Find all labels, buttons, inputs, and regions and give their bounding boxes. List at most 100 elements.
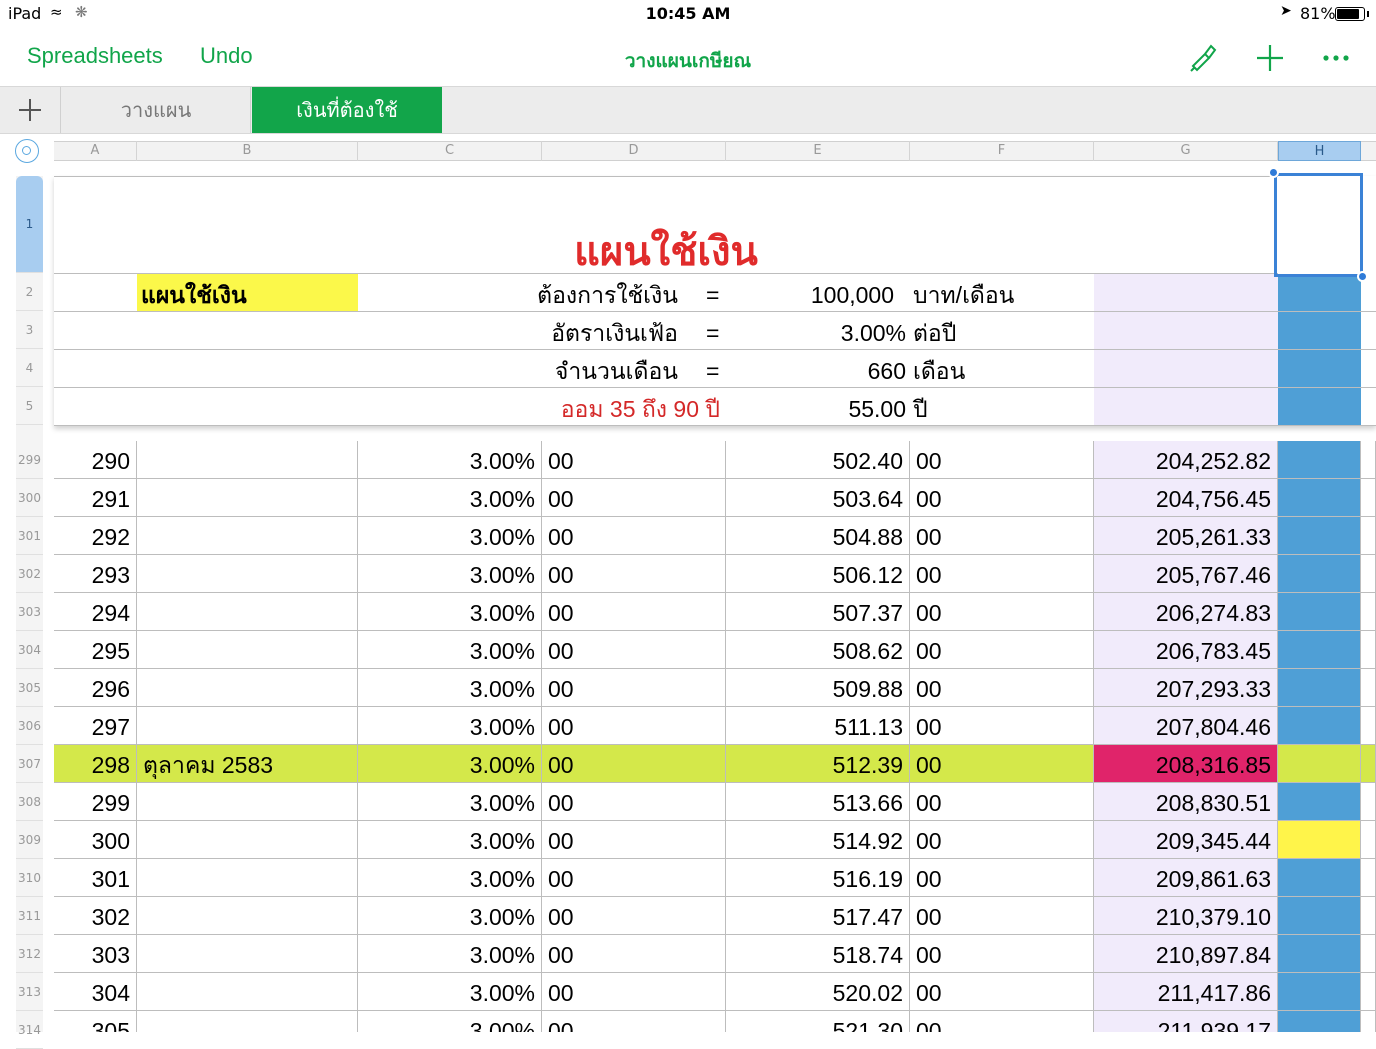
row-header[interactable]: 1 xyxy=(16,176,43,273)
cell-e[interactable]: 508.62 xyxy=(726,631,910,669)
cell-g[interactable]: 208,830.51 xyxy=(1094,783,1278,821)
cell-h[interactable] xyxy=(1278,935,1361,973)
cell-d[interactable]: 00 xyxy=(542,517,726,555)
cell-b[interactable] xyxy=(137,593,358,631)
cell-a[interactable]: 291 xyxy=(54,479,137,517)
cell-i[interactable] xyxy=(1361,859,1376,897)
cell-b[interactable] xyxy=(137,555,358,593)
cell-c[interactable]: 3.00% xyxy=(358,1011,542,1032)
cell-d[interactable]: 00 xyxy=(542,479,726,517)
cell-c[interactable]: 3.00% xyxy=(358,593,542,631)
cell-f[interactable]: 00 xyxy=(910,631,1094,669)
cell-i[interactable] xyxy=(1361,555,1376,593)
cell-a[interactable]: 298 xyxy=(54,745,137,783)
table-row[interactable]: 304 3.00% 00 520.02 00 211,417.86 xyxy=(54,973,1376,1011)
selection-handle-top[interactable] xyxy=(1268,167,1279,178)
row-header[interactable]: 5 xyxy=(16,387,43,425)
cell-b[interactable] xyxy=(137,631,358,669)
cell-d[interactable]: 00 xyxy=(542,1011,726,1032)
summary-row[interactable]: แผนใช้เงิน ต้องการใช้เงิน = 100,000 บาท/… xyxy=(54,274,1376,312)
cell-e[interactable]: 517.47 xyxy=(726,897,910,935)
cell-c[interactable]: 3.00% xyxy=(358,973,542,1011)
table-row[interactable]: 305 3.00% 00 521.30 00 211,939.17 xyxy=(54,1011,1376,1032)
cell-d[interactable]: 00 xyxy=(542,555,726,593)
table-row[interactable]: 290 3.00% 00 502.40 00 204,252.82 xyxy=(54,441,1376,479)
cell-h[interactable] xyxy=(1278,631,1361,669)
cell-f[interactable]: 00 xyxy=(910,441,1094,479)
cell-i[interactable] xyxy=(1361,897,1376,935)
cell-h4[interactable] xyxy=(1278,350,1361,387)
cell-g[interactable]: 207,293.33 xyxy=(1094,669,1278,707)
cell-f[interactable]: 00 xyxy=(910,479,1094,517)
row-header[interactable]: 299 xyxy=(16,441,43,479)
cell-g[interactable]: 204,252.82 xyxy=(1094,441,1278,479)
cell-c[interactable]: 3.00% xyxy=(358,935,542,973)
cell-e[interactable]: 516.19 xyxy=(726,859,910,897)
tab-plan[interactable]: วางแผน xyxy=(62,87,251,133)
column-header-g[interactable]: G xyxy=(1094,141,1278,161)
cell-g[interactable]: 210,897.84 xyxy=(1094,935,1278,973)
cell-f[interactable]: 00 xyxy=(910,745,1094,783)
cell-h[interactable] xyxy=(1278,517,1361,555)
cell-g[interactable]: 210,379.10 xyxy=(1094,897,1278,935)
cell-b[interactable] xyxy=(137,707,358,745)
cell-b[interactable] xyxy=(137,1011,358,1032)
cell-h[interactable] xyxy=(1278,441,1361,479)
cell-h[interactable] xyxy=(1278,745,1361,783)
cell-h[interactable] xyxy=(1278,783,1361,821)
column-header-e[interactable]: E xyxy=(726,141,910,161)
row-header[interactable]: 300 xyxy=(16,479,43,517)
cell-f[interactable]: 00 xyxy=(910,669,1094,707)
cell-f[interactable]: 00 xyxy=(910,973,1094,1011)
cell-b[interactable] xyxy=(137,897,358,935)
cell-h[interactable] xyxy=(1278,593,1361,631)
cell-a[interactable]: 292 xyxy=(54,517,137,555)
cell-g5[interactable] xyxy=(1094,388,1278,425)
row-header[interactable]: 302 xyxy=(16,555,43,593)
row-header[interactable]: 307 xyxy=(16,745,43,783)
row-header[interactable]: 303 xyxy=(16,593,43,631)
cell-c[interactable]: 3.00% xyxy=(358,479,542,517)
row-header[interactable]: 2 xyxy=(16,273,43,311)
cell-g2[interactable] xyxy=(1094,274,1278,311)
cell-f[interactable]: 00 xyxy=(910,593,1094,631)
cell-e[interactable]: 509.88 xyxy=(726,669,910,707)
cell-e[interactable]: 512.39 xyxy=(726,745,910,783)
cell-c[interactable]: 3.00% xyxy=(358,745,542,783)
cell-c[interactable]: 3.00% xyxy=(358,859,542,897)
cell-b[interactable] xyxy=(137,821,358,859)
cell-h2[interactable] xyxy=(1278,274,1361,311)
cell-f[interactable]: 00 xyxy=(910,897,1094,935)
cell-e[interactable]: 506.12 xyxy=(726,555,910,593)
table-row[interactable]: 300 3.00% 00 514.92 00 209,345.44 xyxy=(54,821,1376,859)
cell-h[interactable] xyxy=(1278,1011,1361,1032)
cell-g[interactable]: 211,417.86 xyxy=(1094,973,1278,1011)
cell-h[interactable] xyxy=(1278,897,1361,935)
tab-money-needed[interactable]: เงินที่ต้องใช้ xyxy=(252,87,442,133)
cell-f[interactable]: 00 xyxy=(910,783,1094,821)
cell-h[interactable] xyxy=(1278,479,1361,517)
row-header[interactable]: 306 xyxy=(16,707,43,745)
cell-i[interactable] xyxy=(1361,631,1376,669)
more-icon[interactable] xyxy=(1318,40,1354,76)
selection-handle-bottom[interactable] xyxy=(1357,271,1368,282)
cell-g[interactable]: 209,861.63 xyxy=(1094,859,1278,897)
cell-i[interactable] xyxy=(1361,783,1376,821)
row-header[interactable]: 310 xyxy=(16,859,43,897)
cell-d[interactable]: 00 xyxy=(542,745,726,783)
table-row[interactable]: 291 3.00% 00 503.64 00 204,756.45 xyxy=(54,479,1376,517)
cell-e[interactable]: 502.40 xyxy=(726,441,910,479)
select-table-icon[interactable] xyxy=(15,139,39,163)
table-row[interactable]: 293 3.00% 00 506.12 00 205,767.46 xyxy=(54,555,1376,593)
cell-c[interactable]: 3.00% xyxy=(358,783,542,821)
row-header[interactable]: 312 xyxy=(16,935,43,973)
cell-c[interactable]: 3.00% xyxy=(358,669,542,707)
cell-i[interactable] xyxy=(1361,1011,1376,1032)
cell-b[interactable] xyxy=(137,517,358,555)
cell-f[interactable]: 00 xyxy=(910,859,1094,897)
cell-selection[interactable] xyxy=(1274,173,1363,277)
cell-g[interactable]: 211,939.17 xyxy=(1094,1011,1278,1032)
cell-e[interactable]: 507.37 xyxy=(726,593,910,631)
cell-b[interactable] xyxy=(137,859,358,897)
cell-a[interactable]: 293 xyxy=(54,555,137,593)
